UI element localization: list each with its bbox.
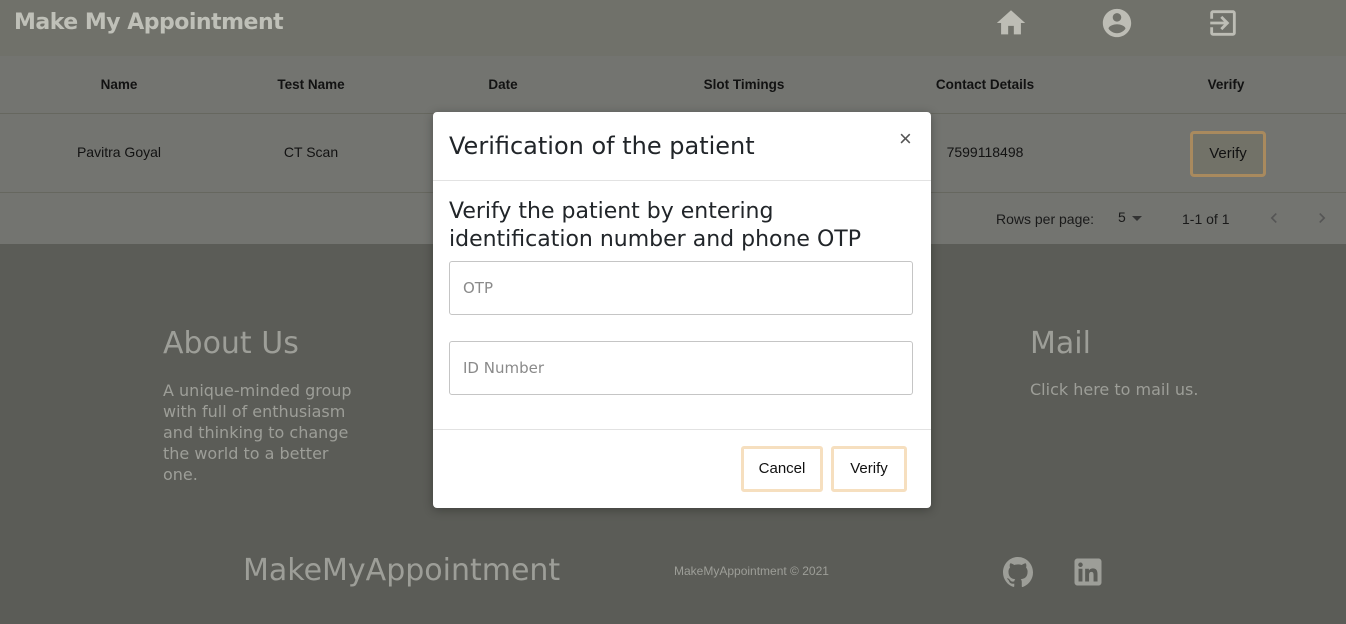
github-icon[interactable] [1000,554,1036,590]
verify-button[interactable]: Verify [831,446,907,492]
chevron-right-icon [1319,213,1326,223]
about-us-text: A unique-minded group with full of enthu… [163,381,352,484]
verification-modal: Verification of the patient × Verify the… [433,112,931,508]
previous-page-button[interactable] [1264,207,1284,229]
modal-footer: Cancel Verify [433,429,931,509]
modal-description: Verify the patient by entering identific… [449,199,861,252]
table-header: Name Test Name Date Slot Timings Contact… [0,56,1346,114]
mail-heading: Mail [1030,326,1091,361]
chevron-left-icon [1270,213,1277,223]
page-range: 1-1 of 1 [1182,211,1230,227]
about-us-heading: About Us [163,326,299,361]
column-header-name[interactable]: Name [24,77,214,92]
linkedin-icon[interactable] [1070,554,1106,590]
id-number-input[interactable] [449,341,913,395]
account-icon[interactable] [1100,6,1134,40]
column-header-contact-details[interactable]: Contact Details [890,77,1080,92]
footer-brand: MakeMyAppointment [243,553,561,588]
copyright-text: MakeMyAppointment © 2021 [674,564,829,578]
otp-input[interactable] [449,261,913,315]
rows-per-page-label: Rows per page: [996,211,1095,227]
column-header-slot-timings[interactable]: Slot Timings [649,77,839,92]
cell-patient-name: Pavitra Goyal [76,144,162,160]
chevron-down-icon [1131,215,1142,221]
rows-per-page-value: 5 [1118,209,1126,225]
column-header-test-name[interactable]: Test Name [216,77,406,92]
home-icon[interactable] [994,6,1028,40]
close-button[interactable]: × [899,128,912,150]
top-navbar: Make My Appointment [0,0,1346,56]
cell-test-name: CT Scan [283,144,339,160]
mail-link[interactable]: Click here to mail us. [1030,380,1198,399]
column-header-verify[interactable]: Verify [1131,77,1321,92]
next-page-button[interactable] [1312,207,1332,229]
column-header-date[interactable]: Date [408,77,598,92]
modal-title: Verification of the patient [449,132,755,160]
app-brand[interactable]: Make My Appointment [14,10,284,35]
logout-icon[interactable] [1206,6,1240,40]
row-verify-button[interactable]: Verify [1190,131,1266,177]
rows-per-page-select[interactable]: 5 [1118,209,1142,225]
cancel-button[interactable]: Cancel [741,446,823,492]
modal-header: Verification of the patient × [433,112,931,181]
